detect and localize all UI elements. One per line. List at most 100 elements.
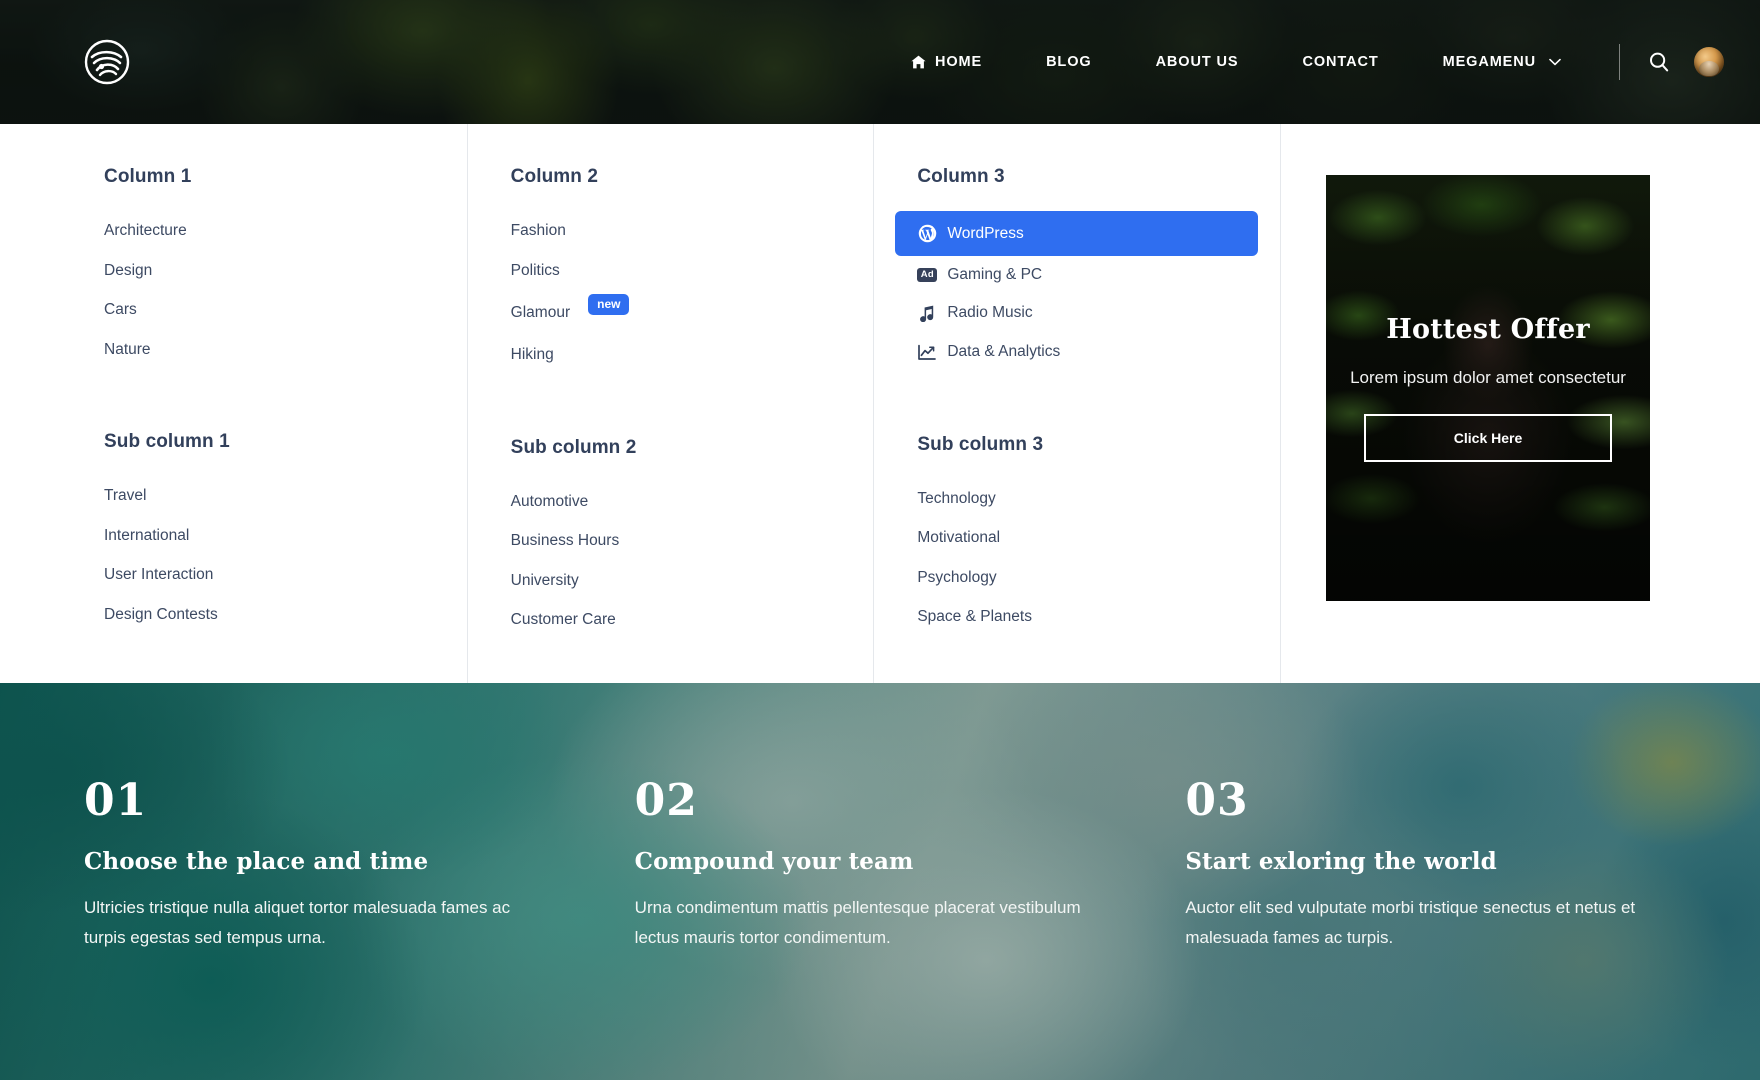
column-title: Column 3 [917,166,1005,187]
site-header: HOME BLOG ABOUT US CONTACT MEGAMENU [0,0,1760,124]
megamenu-column-3: Column 3 WordPress Ad Gaming & PC Radio … [873,124,1280,730]
feature-body: Urna condimentum mattis pellentesque pla… [634,898,1081,948]
megamenu-link-radio-music[interactable]: Radio Music [917,294,1236,333]
header-divider [1619,44,1620,80]
link-label: Motivational [917,529,1001,546]
ad-badge-icon: Ad [917,267,938,282]
link-label: Design [104,261,153,279]
sub-column-title: Sub column 1 [104,431,230,452]
megamenu-column-1: Column 1 Architecture Design Cars Nature… [84,166,467,683]
megamenu-link-architecture[interactable]: Architecture [104,211,423,251]
megamenu-link-fashion[interactable]: Fashion [511,211,830,251]
feature-body: Auctor elit sed vulputate morbi tristiqu… [1185,898,1636,948]
nav-item-label: ABOUT US [1155,54,1239,70]
feature-title: Compound your team [634,848,914,875]
nav-item-label: CONTACT [1302,54,1379,70]
avatar[interactable] [1694,47,1724,77]
promo-title: Hottest Offer [1386,313,1590,345]
sub-column-title: Sub column 3 [917,433,1044,455]
megamenu-link-motivational[interactable]: Motivational [917,518,1236,558]
megamenu-promo-column: Hottest Offer Lorem ipsum dolor amet con… [1280,124,1676,730]
nav-item-label: MEGAMENU [1442,54,1536,70]
link-label: Hiking [510,346,554,363]
megamenu-column-2: Column 2 Fashion Politics Glamour new Hi… [466,124,874,730]
link-label: Technology [917,489,996,507]
main-navigation: HOME BLOG ABOUT US CONTACT MEGAMENU [879,44,1724,80]
feature-body: Ultricies tristique nulla aliquet tortor… [84,898,511,948]
link-label: Data & Analytics [947,343,1061,361]
megamenu-link-cars[interactable]: Cars [104,290,423,330]
megamenu-link-hiking[interactable]: Hiking [511,335,830,375]
column-title: Column 1 [104,166,192,187]
home-icon [911,55,926,69]
feature-number: 01 [84,775,148,826]
nav-item-label: BLOG [1046,54,1092,70]
megamenu-link-design[interactable]: Design [104,251,423,291]
megamenu-link-university[interactable]: University [511,561,830,601]
link-label: Travel [104,487,147,504]
nav-item-about-us[interactable]: ABOUT US [1124,44,1271,80]
search-icon[interactable] [1642,45,1676,79]
link-label: Glamour [510,303,571,321]
link-label: User Interaction [104,566,214,583]
site-logo[interactable] [84,39,130,85]
link-label: Psychology [917,568,997,586]
megamenu-link-glamour[interactable]: Glamour new [511,290,830,335]
link-label: Radio Music [947,304,1033,322]
megamenu-link-international[interactable]: International [104,516,423,556]
link-label: Architecture [104,222,187,239]
megamenu-link-automotive[interactable]: Automotive [511,482,830,522]
megamenu-link-gaming-pc[interactable]: Ad Gaming & PC [917,256,1236,294]
megamenu-link-technology[interactable]: Technology [917,479,1236,519]
promo-card[interactable]: Hottest Offer Lorem ipsum dolor amet con… [1326,175,1651,601]
feature-title: Choose the place and time [84,848,429,875]
link-label: Fashion [510,222,566,239]
megamenu-panel: Column 1 Architecture Design Cars Nature… [0,124,1760,730]
page-root: HOME BLOG ABOUT US CONTACT MEGAMENU Colu… [0,0,1760,1080]
megamenu-link-user-interaction[interactable]: User Interaction [104,555,423,595]
link-label: Nature [104,340,151,358]
megamenu-link-space-planets[interactable]: Space & Planets [917,597,1236,637]
feature-number: 03 [1185,775,1249,826]
megamenu-link-business-hours[interactable]: Business Hours [511,521,830,561]
promo-subtitle: Lorem ipsum dolor amet consectetur [1350,367,1626,387]
megamenu-link-data-analytics[interactable]: Data & Analytics [917,333,1236,372]
chevron-down-icon [1549,58,1561,66]
link-label: Business Hours [510,532,620,549]
nav-item-megamenu[interactable]: MEGAMENU [1411,44,1593,80]
nav-item-blog[interactable]: BLOG [1014,44,1124,80]
link-label: Automotive [510,492,589,510]
link-label: International [104,526,190,544]
link-label: WordPress [947,224,1024,242]
wave-circle-logo-icon [84,39,130,85]
features-section: 01 Choose the place and time Ultricies t… [0,683,1760,1080]
megamenu-link-customer-care[interactable]: Customer Care [511,600,830,640]
megamenu-link-design-contests[interactable]: Design Contests [104,595,423,635]
link-label: Cars [104,301,137,318]
nav-item-home[interactable]: HOME [879,44,1014,80]
megamenu-link-psychology[interactable]: Psychology [917,558,1236,598]
nav-item-label: HOME [934,54,983,70]
feature-number: 02 [634,775,698,826]
nav-item-contact[interactable]: CONTACT [1270,44,1410,80]
click-here-button[interactable]: Click Here [1364,414,1613,463]
wordpress-icon [917,224,937,243]
megamenu-link-nature[interactable]: Nature [104,330,423,370]
chart-line-icon [917,344,937,361]
megamenu-link-travel[interactable]: Travel [104,476,423,516]
link-label: Space & Planets [917,608,1032,625]
feature-item-02: 02 Compound your team Urna condimentum m… [635,779,1186,954]
link-label: University [510,571,579,589]
megamenu-link-wordpress[interactable]: WordPress [895,211,1259,256]
feature-item-03: 03 Start exloring the world Auctor elit … [1185,779,1676,954]
megamenu-link-politics[interactable]: Politics [511,251,830,291]
column-title: Column 2 [510,166,599,187]
link-label: Politics [510,261,560,279]
link-label: Customer Care [510,611,616,628]
link-label: Design Contests [104,605,218,623]
music-note-icon [917,305,937,322]
link-label: Gaming & PC [947,266,1043,283]
status-badge-new: new [588,294,630,315]
sub-column-title: Sub column 2 [510,436,637,458]
feature-title: Start exloring the world [1185,848,1497,875]
